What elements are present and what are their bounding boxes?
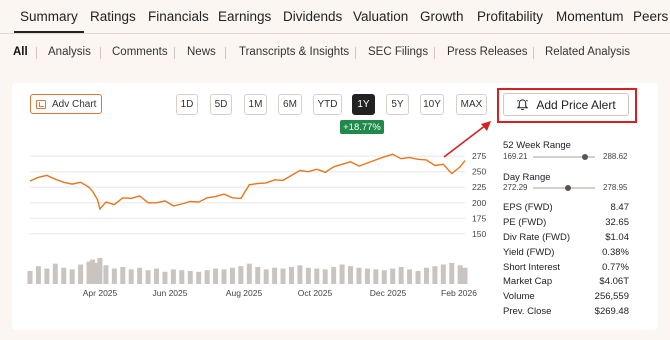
stat-volume: Volume 256,559 [503, 291, 629, 306]
volume-bar [145, 270, 151, 284]
y-tick-label: 200 [472, 198, 486, 208]
volume-bar [52, 263, 58, 284]
volume-bar [103, 265, 109, 284]
volume-bar [162, 271, 168, 284]
day-range-high: 278.95 [603, 183, 628, 192]
volume-bar [322, 269, 328, 284]
x-tick-label: Feb 2026 [441, 288, 477, 298]
stat-label: Prev. Close [503, 306, 552, 317]
x-tick-label: Aug 2025 [226, 288, 263, 298]
volume-bar [128, 269, 134, 284]
volume-bar [204, 270, 210, 284]
volume-bar [187, 271, 193, 284]
stat-market-cap: Market Cap $4.06T [503, 276, 629, 291]
week52-high: 288.62 [603, 152, 628, 161]
volume-bar [356, 267, 362, 284]
volume-bar [297, 265, 303, 284]
volume-bar [288, 266, 294, 284]
volume-bar [78, 264, 84, 284]
volume-bar [90, 259, 96, 284]
volume-bar [331, 266, 337, 284]
y-tick-label: 250 [472, 167, 486, 177]
stat-label: EPS (FWD) [503, 202, 553, 213]
stat-value: 0.38% [602, 247, 629, 258]
day-range-label: Day Range [503, 172, 551, 183]
volume-bar [213, 268, 219, 284]
volume-bar [120, 266, 126, 284]
y-tick-label: 175 [472, 213, 486, 223]
stat-label: PE (FWD) [503, 217, 547, 228]
price-series-line [29, 153, 466, 211]
stat-value: $4.06T [599, 276, 629, 287]
volume-bar [449, 262, 455, 284]
volume-bar [69, 269, 75, 284]
volume-bar [61, 267, 67, 284]
volume-bar [111, 268, 117, 284]
stat-value: 8.47 [610, 202, 630, 213]
stat-label: Market Cap [503, 276, 553, 287]
volume-bar [179, 270, 185, 284]
volume-bar [97, 258, 103, 284]
volume-bar [137, 267, 143, 284]
stat-label: Short Interest [503, 262, 561, 273]
stat-yield: Yield (FWD) 0.38% [503, 247, 629, 262]
stat-value: 256,559 [594, 291, 629, 302]
volume-bar [462, 267, 468, 284]
stat-eps-fwd: EPS (FWD) 8.47 [503, 202, 629, 217]
volume-bar [246, 263, 252, 284]
volume-bar [170, 269, 176, 284]
day-range-track [533, 187, 595, 189]
volume-bar [440, 264, 446, 284]
volume-bar [381, 270, 387, 284]
volume-bar [221, 269, 227, 284]
stat-label: Volume [503, 291, 535, 302]
week52-low: 169.21 [503, 152, 528, 161]
day-range-low: 272.29 [503, 183, 528, 192]
x-tick-label: Oct 2025 [298, 288, 333, 298]
stat-value: $269.48 [594, 306, 629, 317]
volume-bar [364, 268, 370, 284]
y-tick-label: 225 [472, 182, 486, 192]
stat-value: 0.77% [602, 262, 629, 273]
x-tick-label: Jun 2025 [153, 288, 188, 298]
volume-bar [348, 266, 354, 284]
volume-bar [255, 266, 261, 284]
x-tick-label: Apr 2025 [83, 288, 118, 298]
stat-short-interest: Short Interest 0.77% [503, 262, 629, 277]
volume-bar [457, 265, 463, 284]
week52-label: 52 Week Range [503, 140, 571, 151]
stat-value: 32.65 [605, 217, 629, 228]
volume-bar [280, 268, 286, 284]
y-tick-label: 150 [472, 229, 486, 239]
stat-pe-fwd: PE (FWD) 32.65 [503, 217, 629, 232]
volume-bar [229, 267, 235, 284]
volume-bar [35, 266, 41, 284]
y-tick-label: 275 [472, 151, 486, 161]
volume-bar [263, 269, 269, 284]
volume-bar [44, 268, 50, 284]
volume-bar [238, 266, 244, 284]
stat-label: Yield (FWD) [503, 247, 555, 258]
stat-prev-close: Prev. Close $269.48 [503, 306, 629, 321]
volume-bar [432, 266, 438, 284]
volume-bar [339, 264, 345, 284]
stat-div-rate: Div Rate (FWD) $1.04 [503, 232, 629, 247]
volume-bar [423, 267, 429, 284]
stat-value: $1.04 [605, 232, 629, 243]
volume-bar [415, 271, 421, 284]
volume-bar [196, 271, 202, 284]
volume-bar [27, 271, 33, 284]
stat-label: Div Rate (FWD) [503, 232, 571, 243]
volume-bar [314, 268, 320, 284]
x-tick-label: Dec 2025 [370, 288, 407, 298]
volume-bar [305, 267, 311, 284]
volume-bar [390, 268, 396, 284]
volume-bar [373, 269, 379, 284]
volume-bar [272, 267, 278, 284]
volume-bar [154, 268, 160, 284]
volume-bar [407, 269, 413, 284]
volume-bar [398, 266, 404, 284]
